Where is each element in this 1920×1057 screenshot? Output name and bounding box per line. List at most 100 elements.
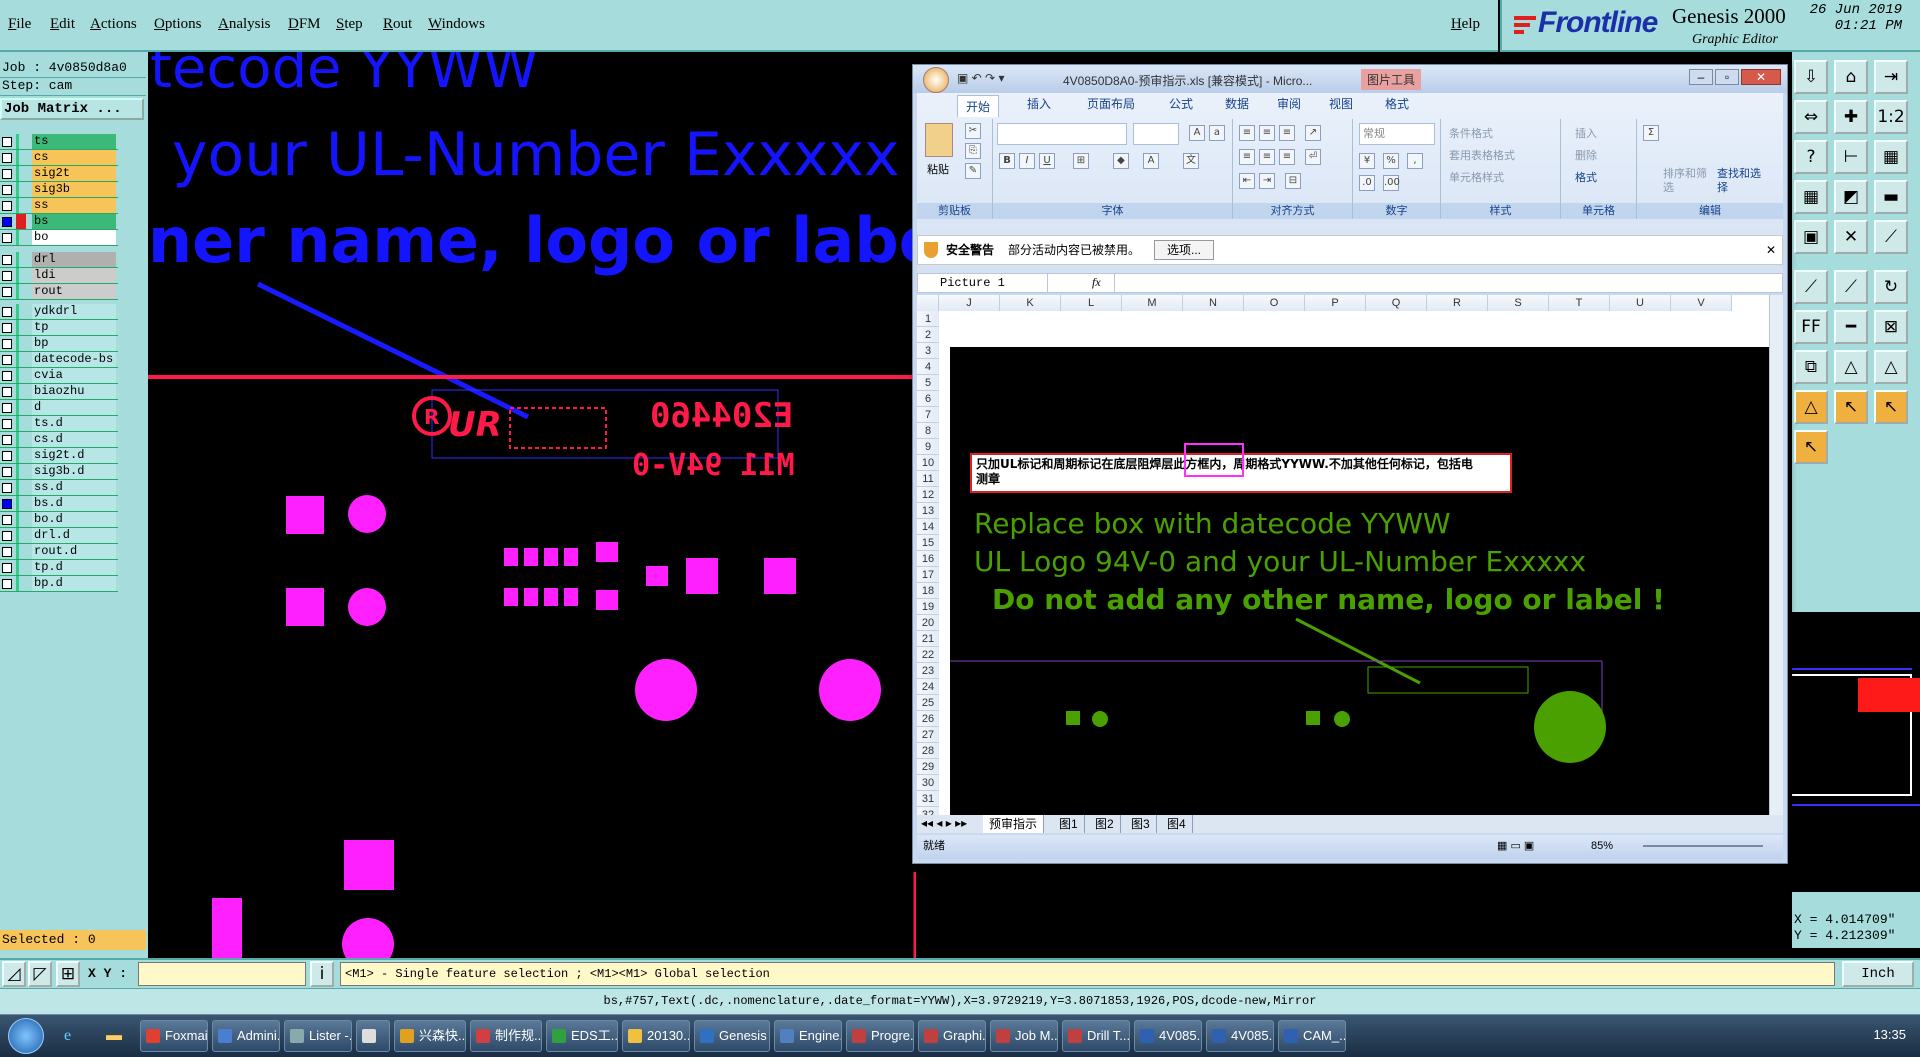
layer-row-bp[interactable]: bp <box>0 336 118 352</box>
layer-row-sig3b-d[interactable]: sig3b.d <box>0 464 118 480</box>
row-header[interactable]: 11 <box>917 471 939 487</box>
layer-row-bo[interactable]: bo <box>0 230 118 246</box>
layer-row-d[interactable]: d <box>0 400 118 416</box>
layer-checkbox[interactable] <box>2 169 12 179</box>
tool-button-icon[interactable]: FF <box>1794 310 1828 344</box>
menu-edit[interactable]: Edit <box>50 16 75 33</box>
row-header[interactable]: 16 <box>917 551 939 567</box>
ribbon-tab[interactable]: 视图 <box>1329 95 1353 112</box>
sheet-tab[interactable]: 图1 <box>1053 815 1085 833</box>
ribbon-tab[interactable]: 页面布局 <box>1087 95 1135 112</box>
layer-checkbox[interactable] <box>2 531 12 541</box>
row-header[interactable]: 29 <box>917 759 939 775</box>
column-header[interactable]: T <box>1549 295 1610 311</box>
layer-row-ydkdrl[interactable]: ydkdrl <box>0 304 118 320</box>
percent-icon[interactable]: % <box>1383 153 1399 169</box>
bold-icon[interactable]: B <box>999 153 1015 169</box>
layer-row-bp-d[interactable]: bp.d <box>0 576 118 592</box>
tool-button-icon[interactable]: ⊢ <box>1834 140 1868 174</box>
shrink-font-icon[interactable]: a <box>1209 125 1225 141</box>
fx-icon[interactable]: fx <box>1092 275 1101 290</box>
cell-styles-button[interactable]: 单元格样式 <box>1449 169 1504 185</box>
layer-row-ldi[interactable]: ldi <box>0 268 118 284</box>
view-buttons-icon[interactable]: ▦ ▭ ▣ <box>1497 835 1534 857</box>
taskbar-button[interactable]: CAM_... <box>1278 1020 1346 1052</box>
row-header[interactable]: 24 <box>917 679 939 695</box>
layer-row-ss-d[interactable]: ss.d <box>0 480 118 496</box>
layer-checkbox[interactable] <box>2 435 12 445</box>
tool-button-icon[interactable]: ━ <box>1834 310 1868 344</box>
taskbar-button[interactable]: Admini... <box>212 1020 280 1052</box>
menu-help[interactable]: Help <box>1451 16 1480 33</box>
layer-row-drl[interactable]: drl <box>0 252 118 268</box>
decrease-indent-icon[interactable]: ⇤ <box>1239 173 1255 189</box>
taskbar-button[interactable] <box>356 1020 390 1052</box>
layer-row-rout[interactable]: rout <box>0 284 118 300</box>
tool-button-icon[interactable]: △ <box>1834 350 1868 384</box>
row-header[interactable]: 30 <box>917 775 939 791</box>
underline-icon[interactable]: U <box>1039 153 1055 169</box>
autosum-icon[interactable]: Σ <box>1643 125 1659 141</box>
layer-row-sig2t[interactable]: sig2t <box>0 166 118 182</box>
row-header[interactable]: 1 <box>917 311 939 327</box>
layer-checkbox[interactable] <box>2 201 12 211</box>
layer-row-drl-d[interactable]: drl.d <box>0 528 118 544</box>
format-cells-button[interactable]: 格式 <box>1575 169 1597 185</box>
excel-titlebar[interactable]: ▣ ↶ ↷ ▾ 4V0850D8A0-预审指示.xls [兼容模式] - Mic… <box>913 65 1787 93</box>
tool-button-icon[interactable]: ⧉ <box>1794 350 1828 384</box>
increase-indent-icon[interactable]: ⇥ <box>1259 173 1275 189</box>
pcb-features[interactable]: R UR <box>148 52 916 960</box>
delete-cells-button[interactable]: 删除 <box>1575 147 1597 163</box>
ribbon-tab[interactable]: 插入 <box>1027 95 1051 112</box>
align-right-icon[interactable]: ≡ <box>1279 149 1295 165</box>
layer-checkbox[interactable] <box>2 217 12 227</box>
fill-color-icon[interactable]: ◆ <box>1113 153 1129 169</box>
row-header[interactable]: 21 <box>917 631 939 647</box>
mini-view[interactable] <box>1792 612 1920 892</box>
tool-button-icon[interactable]: ⟋ <box>1794 270 1828 304</box>
tool-button-icon[interactable]: ⊠ <box>1874 310 1908 344</box>
layer-checkbox[interactable] <box>2 579 12 589</box>
column-header[interactable]: Q <box>1366 295 1427 311</box>
layer-checkbox[interactable] <box>2 483 12 493</box>
sheet-tab[interactable]: 预审指示 <box>983 815 1045 833</box>
xy-input[interactable] <box>138 962 306 986</box>
orientation-icon[interactable]: ↗ <box>1305 125 1321 141</box>
job-matrix-button[interactable]: Job Matrix ... <box>0 98 144 120</box>
row-header[interactable]: 25 <box>917 695 939 711</box>
align-middle-icon[interactable]: ≡ <box>1259 125 1275 141</box>
row-header[interactable]: 4 <box>917 359 939 375</box>
ie-icon[interactable]: e <box>64 1027 71 1045</box>
row-header[interactable]: 12 <box>917 487 939 503</box>
grid-tool-icon[interactable]: ⊞ <box>56 961 80 987</box>
tool-button-icon[interactable]: ⇥ <box>1874 60 1908 94</box>
tool-button-icon[interactable]: ? <box>1794 140 1828 174</box>
currency-icon[interactable]: ¥ <box>1359 153 1375 169</box>
ribbon-tab[interactable]: 格式 <box>1385 95 1409 112</box>
layer-row-ts[interactable]: ts <box>0 134 118 150</box>
column-header[interactable]: O <box>1244 295 1305 311</box>
tool-button-icon[interactable]: ↖ <box>1874 390 1908 424</box>
worksheet[interactable]: JKLMNOPQRSTUV 1 2 3 4 5 6 7 8 9 10 11 12 13 14 15 16 17 1… <box>917 295 1783 815</box>
row-header[interactable]: 28 <box>917 743 939 759</box>
layer-row-rout-d[interactable]: rout.d <box>0 544 118 560</box>
tool-button-icon[interactable]: ↻ <box>1874 270 1908 304</box>
layer-checkbox[interactable] <box>2 387 12 397</box>
layer-row-cs-d[interactable]: cs.d <box>0 432 118 448</box>
cut-icon[interactable]: ✂ <box>965 123 981 139</box>
taskbar-button[interactable]: Job M... <box>990 1020 1058 1052</box>
column-header[interactable]: M <box>1122 295 1183 311</box>
merge-center-icon[interactable]: ⊟ <box>1285 173 1301 189</box>
taskbar-button[interactable]: Foxmail <box>140 1020 208 1052</box>
font-name-select[interactable] <box>997 123 1127 145</box>
graphic-canvas[interactable]: tecode YYWW your UL-Number Exxxxx ner na… <box>148 52 916 960</box>
taskbar-button[interactable]: 20130... <box>622 1020 690 1052</box>
security-close-icon[interactable]: ✕ <box>1766 236 1776 264</box>
tool-button-icon[interactable]: ✚ <box>1834 100 1868 134</box>
menu-step[interactable]: Step <box>336 16 363 33</box>
row-header[interactable]: 6 <box>917 391 939 407</box>
tool-button-icon[interactable]: ✕ <box>1834 220 1868 254</box>
row-header[interactable]: 27 <box>917 727 939 743</box>
name-box[interactable]: Picture 1 <box>918 274 1048 292</box>
layer-checkbox[interactable] <box>2 403 12 413</box>
